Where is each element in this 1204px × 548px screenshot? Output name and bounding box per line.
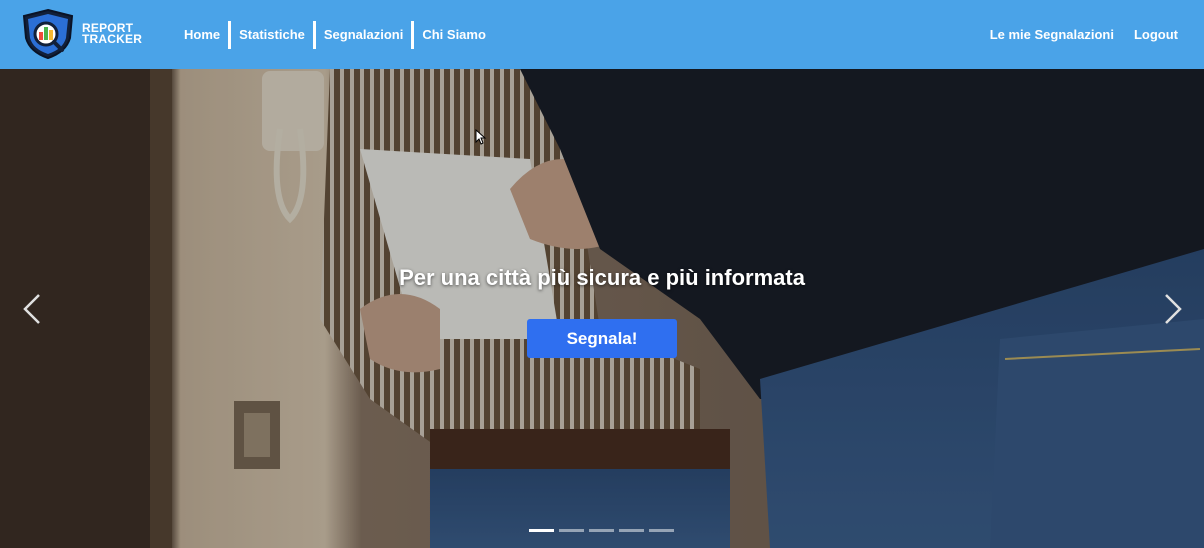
- carousel-next-button[interactable]: [1158, 289, 1188, 329]
- hero-carousel: Per una città più sicura e più informata…: [0, 69, 1204, 548]
- carousel-indicator[interactable]: [649, 529, 674, 532]
- carousel-indicator[interactable]: [559, 529, 584, 532]
- segnala-button[interactable]: Segnala!: [527, 319, 677, 358]
- chevron-left-icon: [23, 294, 40, 324]
- carousel-indicator[interactable]: [619, 529, 644, 532]
- chevron-right-icon: [1165, 294, 1182, 324]
- hero-overlay: [0, 69, 1204, 548]
- brand[interactable]: REPORT TRACKER: [18, 8, 142, 60]
- hero-title: Per una città più sicura e più informata: [399, 265, 805, 290]
- nav-le-mie-segnalazioni[interactable]: Le mie Segnalazioni: [990, 21, 1114, 49]
- main-nav: Home Statistiche Segnalazioni Chi Siamo: [176, 0, 494, 69]
- user-nav: Le mie Segnalazioni Logout: [990, 0, 1178, 69]
- nav-statistiche[interactable]: Statistiche: [231, 21, 313, 49]
- brand-name: REPORT TRACKER: [82, 22, 143, 46]
- mouse-cursor-icon: [475, 129, 487, 145]
- carousel-indicator[interactable]: [589, 529, 614, 532]
- brand-line-2: TRACKER: [82, 32, 143, 46]
- shield-magnifier-chart-icon: [22, 8, 74, 60]
- nav-logout[interactable]: Logout: [1134, 21, 1178, 49]
- carousel-indicators: [529, 529, 674, 532]
- carousel-prev-button[interactable]: [17, 289, 47, 329]
- nav-home[interactable]: Home: [176, 21, 228, 49]
- carousel-indicator[interactable]: [529, 529, 554, 532]
- nav-segnalazioni[interactable]: Segnalazioni: [316, 21, 411, 49]
- nav-chi-siamo[interactable]: Chi Siamo: [414, 21, 494, 49]
- top-navbar: REPORT TRACKER Home Statistiche Segnalaz…: [0, 0, 1204, 69]
